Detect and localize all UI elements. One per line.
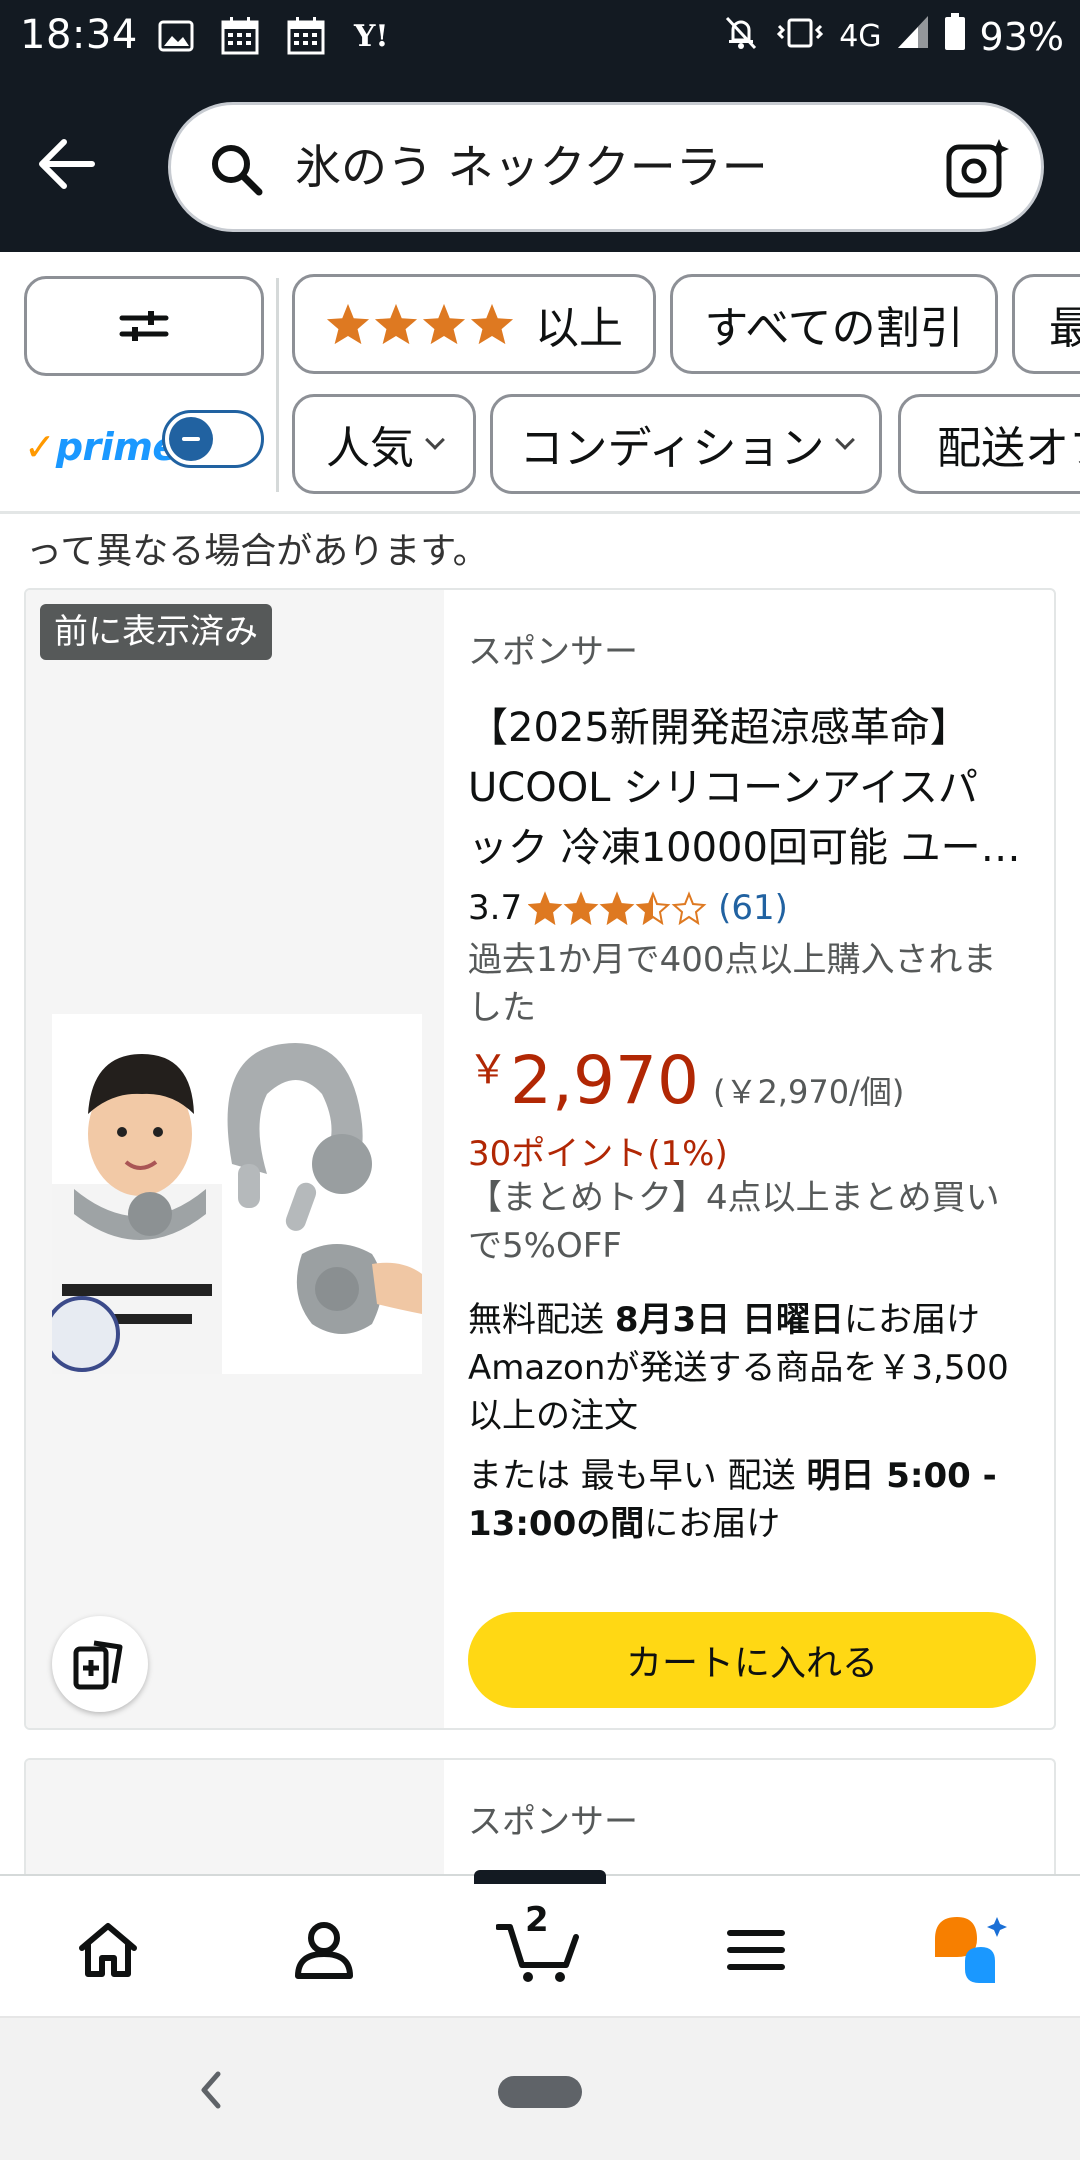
add-to-cart-button[interactable]: カートに入れる [468,1612,1036,1708]
delivery-condition: Amazonが発送する商品を￥3,500以上の注文 [468,1348,1009,1436]
sponsored-label: スポンサー [468,1802,638,1842]
camera-search-icon[interactable] [945,137,1011,205]
prime-word: prime [55,425,178,469]
star-icon [374,303,418,345]
prime-toggle[interactable] [162,410,264,468]
compare-button[interactable] [52,1616,148,1712]
partial-filter-chip[interactable]: 最 [1012,274,1080,374]
rating-filter-stars [325,302,515,346]
home-tab[interactable] [66,1912,150,1988]
partial-filter-label: 最 [1049,292,1080,356]
toggle-knob [169,417,213,461]
account-tab[interactable] [282,1912,366,1988]
delivery-info: 無料配送 8月3日 日曜日にお届け Amazonが発送する商品を￥3,500以上… [468,1296,1028,1440]
product-title[interactable]: 【2025新開発超涼感革命】 UCOOL シリコーンアイスパ ック 冷凍1000… [468,698,1038,878]
fastest-prefix: または 最も早い 配送 [468,1456,807,1496]
filter-bar: 以上 すべての割引 最 ✓ prime 人気 コンディション 配送オプ [0,252,1080,514]
prime-logo: ✓ prime [24,412,178,482]
home-icon [79,1923,137,1977]
bottom-nav: 2 [0,1874,1080,2016]
menu-tab[interactable] [714,1912,798,1988]
menu-icon [727,1930,785,1970]
prime-check: ✓ [24,425,56,469]
next-product-card[interactable]: スポンサー [24,1758,1056,1878]
condition-filter-chip[interactable]: コンディション [490,394,882,494]
next-product-image-panel[interactable] [26,1760,444,1878]
bought-past-month: 過去1か月で400点以上購入されました [468,940,997,1028]
network-type: 4G [839,19,882,54]
popular-filter-label: 人気 [326,423,414,474]
cart-count: 2 [525,1900,549,1940]
delivery-suffix: にお届け [843,1300,980,1340]
add-to-compare-icon [73,1640,123,1690]
product-image[interactable] [52,1014,422,1374]
vibrate-icon [775,12,825,61]
rufus-assistant-tab[interactable] [928,1912,1018,1988]
star-icon [470,303,514,345]
shipping-filter-chip[interactable]: 配送オプ [898,394,1080,494]
rating-filter-chip[interactable]: 以上 [292,274,656,374]
rating-stars-icon [528,891,707,925]
status-time: 18:34 [20,12,138,58]
bell-off-icon [721,12,761,61]
viewed-badge: 前に表示済み [40,604,272,660]
arrow-left-icon [39,139,95,189]
popular-filter-chip[interactable]: 人気 [292,394,476,494]
rating-value: 3.7 [468,888,523,928]
calendar-icon [286,16,326,56]
price-symbol: ￥ [468,1047,508,1093]
fastest-suffix: にお届け [644,1504,781,1544]
unit-price: (￥2,970/個) [712,1073,905,1111]
discount-filter-chip[interactable]: すべての割引 [670,274,998,374]
status-bar: 18:34 Y! 4G 93% [0,0,1080,72]
product-card[interactable]: 前に表示済み スポンサー 【2025新開発超涼感革命】 UCOOL シリコーンア… [24,588,1056,1730]
ai-assistant-icon [935,1917,1007,1983]
product-title-line[interactable]: 【2025新開発超涼感革命】 [468,698,1038,758]
calendar-icon [220,16,260,56]
chevron-down-icon [425,430,445,450]
delivery-prefix: 無料配送 [468,1300,615,1340]
person-icon [295,1922,353,1979]
system-back-icon[interactable] [196,2068,224,2112]
rating-filter-label: 以上 [535,303,623,354]
back-button[interactable] [28,126,104,202]
price-amount: 2,970 [510,1042,699,1119]
fastest-delivery: または 最も早い 配送 明日 5:00 - 13:00の間にお届け [468,1452,1028,1548]
product-rating[interactable]: 3.7 (61) [468,888,788,928]
product-title-line[interactable]: ック 冷凍10000回可能 ユー… [468,818,1038,878]
battery-percent: 93% [979,14,1064,59]
search-input[interactable]: 氷のう ネッククーラー [295,105,768,229]
sliders-icon [119,311,169,341]
search-bar[interactable]: 氷のう ネッククーラー [168,102,1044,232]
rating-count[interactable]: (61) [718,888,788,928]
filter-divider [276,278,279,492]
results-note: って異なる場合があります。 [26,531,489,572]
yahoo-icon: Y! [354,18,389,54]
cart-tab[interactable]: 2 [494,1900,584,1988]
signal-icon [896,14,930,59]
star-icon [422,303,466,345]
search-header: 氷のう ネッククーラー [0,72,1080,252]
filter-settings-button[interactable] [24,276,264,376]
chevron-down-icon [835,430,856,450]
star-icon [326,303,370,345]
points-text: 30ポイント(1%) [468,1134,728,1174]
bundle-offer: 【まとめトク】4点以上まとめ買いで5%OFF [468,1178,1000,1266]
system-navigation-bar [0,2016,1080,2160]
shipping-filter-label: 配送オプ [937,423,1080,474]
add-to-cart-label: カートに入れる [625,1643,878,1684]
product-price: ￥ 2,970 (￥2,970/個) [468,1042,904,1119]
image-icon [158,16,194,56]
battery-icon [944,13,966,60]
system-home-pill[interactable] [498,2076,582,2108]
delivery-date: 8月3日 日曜日 [614,1300,844,1340]
condition-filter-label: コンディション [519,423,825,474]
discount-filter-label: すべての割引 [704,303,964,354]
search-icon [209,142,263,200]
product-image-panel[interactable]: 前に表示済み [26,590,444,1728]
sponsored-label: スポンサー [468,632,638,672]
active-tab-indicator [474,1870,606,1884]
status-right-group: 4G 93% [721,12,1064,61]
product-title-line[interactable]: UCOOL シリコーンアイスパ [468,758,1038,818]
